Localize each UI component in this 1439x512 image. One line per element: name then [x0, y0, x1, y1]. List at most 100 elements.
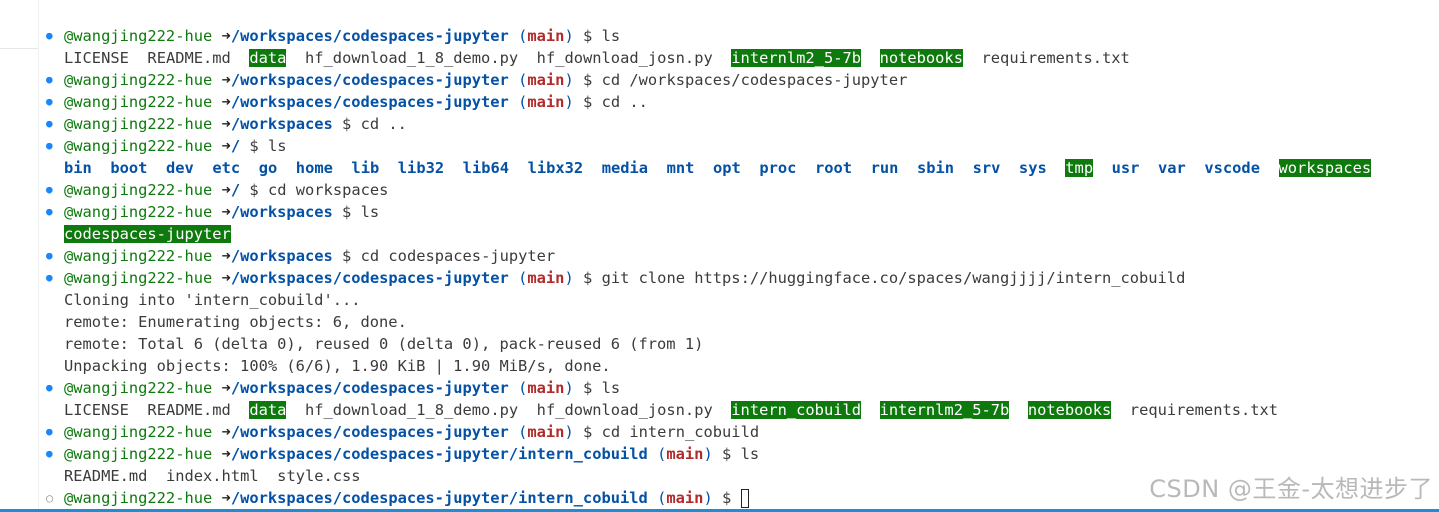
ls-file-entry[interactable]: style.css [277, 467, 360, 485]
branch-paren: ) [564, 379, 574, 397]
prompt-arrow-icon: ➜ [221, 247, 231, 265]
ls-file-entry[interactable]: LICENSE [64, 401, 129, 419]
ls-dir-entry[interactable]: etc [212, 159, 240, 177]
ls-file-entry[interactable]: README.md [64, 467, 147, 485]
command-text[interactable]: ls [268, 137, 287, 155]
ls-file-entry[interactable]: README.md [147, 49, 230, 67]
command-status-marker-icon[interactable]: ● [46, 25, 64, 47]
output-text: remote: Total 6 (delta 0), reused 0 (del… [64, 335, 704, 353]
ls-dir-entry[interactable]: data [249, 49, 287, 67]
prompt-line: ● @wangjing222-hue ➜/workspaces/codespace… [46, 443, 1371, 465]
branch-paren: ( [518, 423, 528, 441]
git-branch: main [527, 423, 565, 441]
ls-dir-entry[interactable]: dev [166, 159, 194, 177]
prompt-line: ● @wangjing222-hue ➜/workspaces $ cd .. [46, 113, 1371, 135]
ls-file-entry[interactable]: index.html [166, 467, 259, 485]
ls-dir-entry[interactable]: home [296, 159, 333, 177]
prompt-path: /workspaces/codespaces-jupyter [230, 71, 509, 89]
command-text[interactable]: ls [361, 203, 380, 221]
command-text[interactable]: ls [741, 445, 760, 463]
ls-file-entry[interactable]: requirements.txt [1130, 401, 1278, 419]
ls-dir-entry[interactable]: mnt [667, 159, 695, 177]
ls-file-entry[interactable]: requirements.txt [982, 49, 1130, 67]
branch-paren: ( [518, 71, 528, 89]
command-text[interactable]: cd codespaces-jupyter [361, 247, 556, 265]
command-text[interactable]: ls [602, 379, 621, 397]
command-status-marker-icon[interactable]: ● [46, 91, 64, 113]
ls-dir-entry[interactable]: usr [1112, 159, 1140, 177]
command-text[interactable]: cd workspaces [268, 181, 388, 199]
prompt-dollar: $ [583, 269, 593, 287]
ls-file-entry[interactable]: hf_download_1_8_demo.py [305, 401, 518, 419]
output-line: Unpacking objects: 100% (6/6), 1.90 KiB … [46, 355, 1371, 377]
output-line: remote: Enumerating objects: 6, done. [46, 311, 1371, 333]
command-status-marker-icon[interactable]: ● [46, 69, 64, 91]
ls-dir-entry[interactable]: go [259, 159, 278, 177]
ls-dir-entry[interactable]: root [815, 159, 852, 177]
ls-dir-entry[interactable]: srv [973, 159, 1001, 177]
ls-dir-entry[interactable]: internlm2_5-7b [879, 401, 1010, 419]
ls-file-entry[interactable]: README.md [147, 401, 230, 419]
ls-dir-entry[interactable]: bin [64, 159, 92, 177]
ls-dir-entry[interactable]: lib64 [463, 159, 509, 177]
prompt-user: @wangjing222-hue [64, 71, 213, 89]
prompt-arrow-icon: ➜ [221, 137, 231, 155]
ls-dir-entry[interactable]: libx32 [528, 159, 584, 177]
ls-dir-entry[interactable]: proc [759, 159, 796, 177]
ls-dir-entry[interactable]: lib [351, 159, 379, 177]
ls-file-entry[interactable]: hf_download_josn.py [537, 401, 713, 419]
terminal-output[interactable]: ● @wangjing222-hue ➜/workspaces/codespace… [46, 25, 1372, 509]
ls-dir-entry[interactable]: boot [110, 159, 147, 177]
ls-dir-entry[interactable]: media [602, 159, 648, 177]
command-status-marker-icon[interactable]: ● [46, 201, 64, 223]
command-status-marker-icon[interactable]: ● [46, 113, 64, 135]
ls-dir-entry[interactable]: notebooks [1027, 401, 1112, 419]
ls-dir-entry[interactable]: notebooks [879, 49, 963, 67]
ls-dir-entry[interactable]: internlm2_5-7b [731, 49, 862, 67]
terminal-panel[interactable]: ● @wangjing222-hue ➜/workspaces/codespace… [0, 0, 1439, 512]
prompt-line: ● @wangjing222-hue ➜/workspaces/codespace… [46, 25, 1371, 47]
prompt-line: ● @wangjing222-hue ➜/workspaces/codespace… [46, 267, 1371, 289]
command-status-marker-icon[interactable]: ● [46, 443, 64, 465]
command-running-marker-icon[interactable]: ○ [46, 487, 64, 509]
command-status-marker-icon[interactable]: ● [46, 135, 64, 157]
prompt-arrow-icon: ➜ [221, 71, 231, 89]
ls-dir-entry[interactable]: sys [1019, 159, 1047, 177]
ls-dir-entry[interactable]: tmp [1065, 159, 1094, 177]
ls-dir-entry[interactable]: data [249, 401, 287, 419]
prompt-user: @wangjing222-hue [64, 181, 213, 199]
ls-dir-entry[interactable]: opt [713, 159, 741, 177]
prompt-arrow-icon: ➜ [221, 93, 231, 111]
command-text[interactable]: cd intern_cobuild [602, 423, 760, 441]
ls-dir-entry[interactable]: workspaces [1278, 159, 1372, 177]
ls-file-entry[interactable]: hf_download_1_8_demo.py [305, 49, 518, 67]
prompt-path: /workspaces/codespaces-jupyter [230, 423, 509, 441]
branch-paren: ) [703, 489, 713, 507]
command-status-marker-icon[interactable]: ● [46, 179, 64, 201]
prompt-arrow-icon: ➜ [221, 489, 231, 507]
prompt-dollar: $ [722, 445, 732, 463]
command-text[interactable]: git clone https://huggingface.co/spaces/… [602, 269, 1186, 287]
ls-dir-entry[interactable]: sbin [917, 159, 954, 177]
command-status-marker-icon[interactable]: ● [46, 421, 64, 443]
ls-dir-entry[interactable]: codespaces-jupyter [64, 225, 231, 243]
command-text[interactable]: cd /workspaces/codespaces-jupyter [602, 71, 908, 89]
command-status-marker-icon[interactable]: ● [46, 377, 64, 399]
watermark: CSDN @王金-太想进步了 [1149, 475, 1433, 503]
branch-paren: ( [518, 27, 528, 45]
command-status-marker-icon[interactable]: ● [46, 267, 64, 289]
ls-dir-entry[interactable]: vscode [1204, 159, 1260, 177]
ls-dir-entry[interactable]: intern_cobuild [731, 401, 862, 419]
ls-dir-entry[interactable]: lib32 [398, 159, 444, 177]
command-status-marker-icon[interactable]: ● [46, 245, 64, 267]
ls-file-entry[interactable]: LICENSE [64, 49, 129, 67]
ls-file-entry[interactable]: hf_download_josn.py [537, 49, 713, 67]
ls-dir-entry[interactable]: var [1158, 159, 1186, 177]
command-text[interactable]: cd .. [361, 115, 407, 133]
prompt-user: @wangjing222-hue [64, 269, 213, 287]
command-text[interactable]: ls [602, 27, 621, 45]
text-cursor[interactable] [740, 489, 749, 508]
command-text[interactable]: cd .. [602, 93, 648, 111]
ls-dir-entry[interactable]: run [871, 159, 899, 177]
prompt-dollar: $ [342, 203, 352, 221]
